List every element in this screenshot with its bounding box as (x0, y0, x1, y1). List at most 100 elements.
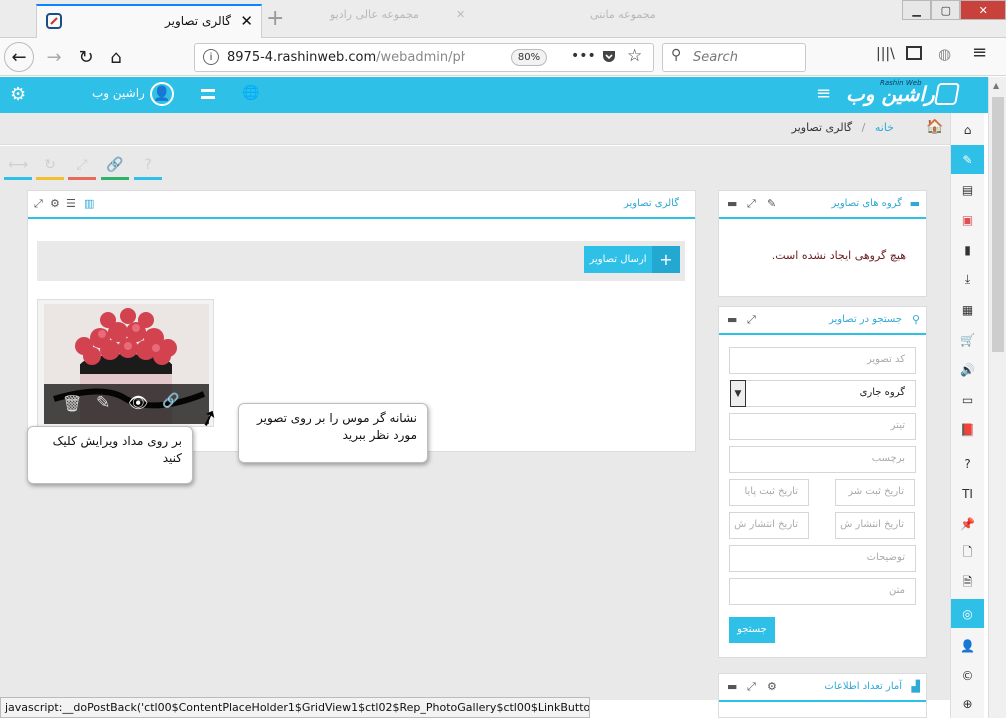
back-arrow-icon[interactable]: ← (4, 42, 34, 72)
sidebar-news-icon[interactable]: ▤ (951, 175, 984, 204)
url-text: 8975-4.rashinweb.com/webadmin/phot (227, 50, 465, 65)
reload-icon[interactable]: ↻ (72, 43, 100, 71)
breadcrumb-separator: / (861, 121, 866, 134)
forward-arrow-icon[interactable]: → (40, 43, 68, 71)
search-placeholder: Search (693, 50, 738, 65)
photo-card[interactable]: 🗑 ✎ 👁 🔗 (37, 299, 214, 427)
expand-icon[interactable]: ⤢ (747, 680, 756, 694)
reg-date-from-field[interactable]: تاریخ ثبت شر (835, 479, 915, 506)
pub-date-from-field[interactable]: تاریخ انتشار ش (835, 512, 915, 539)
bookmark-star-icon[interactable]: ☆ (627, 46, 642, 66)
search-box[interactable]: ⚲ Search (662, 43, 806, 72)
copy-link-icon[interactable]: 🔗 (162, 393, 179, 409)
sidebar-download-icon[interactable]: ⤓ (951, 265, 984, 294)
menu-icon[interactable]: ≡ (972, 42, 987, 63)
sidebar-help-icon[interactable]: ? (951, 449, 984, 478)
avatar-icon[interactable]: 👤 (150, 82, 174, 106)
breadcrumb-home[interactable]: خانه (875, 121, 894, 134)
tag-field[interactable]: برچسب (729, 446, 916, 473)
sidebar-copyright-icon[interactable]: © (951, 661, 984, 690)
messages-icon[interactable] (201, 89, 215, 99)
new-tab-icon[interactable]: + (266, 6, 284, 31)
settings-gear-icon[interactable]: ⚙ (10, 84, 26, 105)
sidebar-home-icon[interactable]: ⌂ (951, 115, 984, 144)
scroll-up-icon[interactable]: ▲ (993, 81, 999, 90)
sidebar-text-icon[interactable]: TI (951, 479, 984, 508)
sidebar-monitor-icon[interactable]: ▭ (951, 385, 984, 414)
fullscreen-icon[interactable]: ⤢ (68, 152, 96, 180)
breadcrumb-current: گالری تصاویر (791, 121, 853, 134)
code-field[interactable]: کد تصویر (729, 347, 916, 374)
maximize-icon[interactable]: ▢ (931, 0, 961, 20)
website-globe-icon[interactable]: 🌐 (242, 85, 259, 101)
panel-settings-icon[interactable]: ⚙ (50, 197, 60, 210)
more-actions-icon[interactable]: ••• (571, 48, 596, 64)
sidebar-film-icon[interactable]: ▦ (951, 295, 984, 324)
home-icon[interactable]: ⌂ (102, 43, 130, 71)
user-name[interactable]: راشین وب (92, 86, 145, 100)
stats-panel-header: ▟ آمار تعداد اطلاعات ▬ ⤢ ⚙ (719, 674, 926, 702)
sidebar-menu-icon[interactable]: ≡ (816, 83, 831, 104)
background-tab-label[interactable]: مجموعه عالی رادیو (330, 8, 419, 21)
tab-close-icon[interactable]: ✕ (240, 12, 253, 30)
sidebar-form-icon[interactable]: 🗎 (951, 569, 984, 598)
upload-button[interactable]: ارسال تصاویر + (584, 246, 680, 273)
window-close-icon[interactable]: ✕ (960, 0, 1006, 20)
title-field[interactable]: تیتر (729, 413, 916, 440)
background-tab-close-icon[interactable]: ✕ (456, 8, 465, 21)
zoom-indicator[interactable]: 80% (511, 49, 547, 66)
grid-view-icon[interactable]: ▥ (84, 197, 94, 210)
minimize-panel-icon[interactable]: ▬ (727, 313, 737, 326)
edit-groups-icon[interactable]: ✎ (767, 197, 776, 210)
background-tab-label[interactable]: مجموعه مانتی (590, 8, 656, 21)
search-icon: ⚲ (911, 313, 920, 326)
reg-date-to-field[interactable]: تاریخ ثبت پایا (729, 479, 809, 506)
sidebar-add-user-icon[interactable]: ⊕ (951, 689, 984, 718)
link-icon[interactable]: 🔗 (101, 152, 129, 180)
info-icon[interactable]: i (203, 49, 219, 65)
photo-action-overlay: 🗑 ✎ 👁 🔗 (44, 384, 209, 424)
library-icon[interactable]: |||\ (876, 46, 895, 62)
panel-settings-icon[interactable]: ⚙ (767, 680, 777, 693)
sidebar-book-icon[interactable]: 📕 (951, 415, 984, 444)
minimize-icon[interactable]: ▁ (902, 0, 932, 20)
reg-date-from-placeholder: تاریخ ثبت شر (848, 486, 904, 497)
minimize-panel-icon[interactable]: ▬ (727, 197, 737, 210)
sidebar-pin-icon[interactable]: 📌 (951, 509, 984, 538)
search-submit-button[interactable]: جستجو (729, 617, 775, 643)
text-field[interactable]: متن (729, 578, 916, 605)
scrollbar-thumb[interactable] (992, 97, 1004, 352)
globe-icon[interactable]: ◍ (938, 45, 951, 63)
refresh-icon[interactable]: ↻ (36, 152, 64, 180)
expand-icon[interactable]: ⤢ (747, 197, 756, 211)
title-placeholder: تیتر (890, 420, 905, 431)
address-bar[interactable]: i 8975-4.rashinweb.com/webadmin/phot 80%… (194, 43, 654, 72)
edit-pencil-icon[interactable]: ✎ (96, 393, 110, 413)
sidebar-user-icon[interactable]: 👤 (951, 631, 984, 660)
sidebar-toggle-icon[interactable] (906, 46, 922, 60)
sidebar-page-icon[interactable]: 🗋 (951, 539, 984, 568)
collapse-arrows-icon[interactable]: ⟷ (4, 152, 32, 180)
browser-tab-active[interactable]: گالری تصاویر ✕ (36, 4, 262, 38)
sidebar-edit-icon[interactable]: ✎ (951, 145, 984, 174)
sidebar-document-icon[interactable]: ▮ (951, 235, 984, 264)
help-icon[interactable]: ? (134, 152, 162, 180)
page-scrollbar[interactable]: ▲ (988, 77, 1006, 718)
sidebar-audio-icon[interactable]: 🔊 (951, 355, 984, 384)
description-field[interactable]: توضیحات (729, 545, 916, 572)
expand-icon[interactable]: ⤢ (34, 197, 43, 211)
sidebar-image-icon[interactable]: ▣ (951, 205, 984, 234)
photo-thumbnail[interactable]: 🗑 ✎ 👁 🔗 (44, 304, 209, 424)
sidebar-gallery-icon[interactable]: ◎ (951, 599, 984, 628)
list-view-icon[interactable]: ☰ (66, 197, 76, 210)
delete-trash-icon[interactable]: 🗑 (62, 394, 82, 413)
view-eye-icon[interactable]: 👁 (128, 393, 148, 412)
minimize-panel-icon[interactable]: ▬ (727, 680, 737, 693)
dropdown-arrow-icon[interactable]: ▼ (730, 380, 746, 407)
group-select[interactable]: گروه جاری (731, 380, 916, 407)
pocket-icon[interactable] (601, 48, 617, 68)
sidebar-cart-icon[interactable]: 🛒 (951, 325, 984, 354)
expand-icon[interactable]: ⤢ (747, 313, 756, 327)
pub-date-to-field[interactable]: تاریخ انتشار ش (729, 512, 809, 539)
breadcrumb-home-icon[interactable]: 🏠 (926, 119, 943, 135)
